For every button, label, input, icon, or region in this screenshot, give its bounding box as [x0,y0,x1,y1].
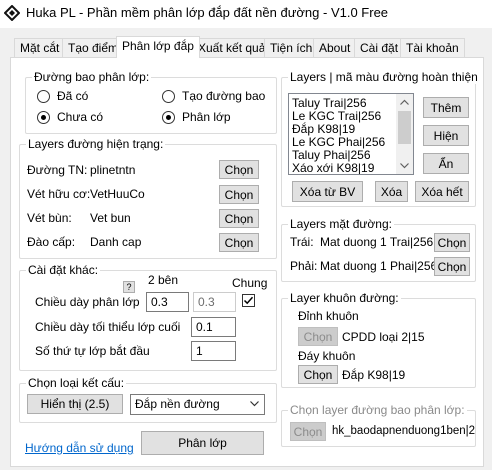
value-vet-huu-co: VetHuuCo [90,187,145,201]
chon-day-khuon-button[interactable]: Chọn [298,365,338,384]
chon-mat-duong-phai-button[interactable]: Chọn [434,257,470,276]
tab-tien-ich[interactable]: Tiện ích [264,38,319,57]
dinh-khuon-label: Đỉnh khuôn [298,309,359,323]
chon-mat-duong-trai-button[interactable]: Chọn [434,233,470,252]
chevron-down-icon [250,401,259,407]
label-vet-bun: Vét bùn: [27,211,72,225]
radio-tao-duong-bao[interactable] [162,90,175,103]
chon-duong-tn-button[interactable]: Chọn [219,160,259,179]
value-duong-tn: plinetntn [90,163,136,177]
chon-dao-cap-button[interactable]: Chọn [219,233,259,252]
tab-xuat-ket-qua[interactable]: Xuất kết quả [192,38,272,57]
huong-dan-link[interactable]: Hướng dẫn sử dụng [25,441,134,455]
group-bao-phan-lop-title: Chọn layer đường bao phân lớp: [288,403,467,417]
so-thu-tu-input[interactable]: 1 [191,341,236,361]
chon-vet-bun-button[interactable]: Chọn [219,209,259,228]
group-layers-mat-duong: Layers mặt đường: Trái: Mat duong 1 Trai… [281,217,476,282]
group-khuon-duong: Layer khuôn đường: Đỉnh khuôn Chọn CPDD … [281,291,476,388]
ket-cau-select[interactable]: Đắp nền đường [130,394,265,415]
mat-duong-trai-value: Mat duong 1 Trai|256 [320,235,434,249]
toi-thieu-input[interactable]: 0.1 [191,317,236,337]
scrollbar-thumb[interactable] [398,111,411,144]
tab-panel-phan-lop-dap: Đường bao phân lớp: Đã có Chưa có Tạo đư… [10,57,484,467]
group-cai-dat-khac: Cài đặt khác: ? 2 bên Chung Chiều dày ph… [19,263,277,371]
tab-mat-cat[interactable]: Mặt cắt [14,38,66,57]
hien-thi-button[interactable]: Hiển thị (2.5) [27,394,123,414]
listbox-scrollbar[interactable] [396,94,413,174]
tab-tai-khoan[interactable]: Tài khoản [400,38,465,57]
mat-duong-trai-label: Trái: [290,235,314,249]
chon-vet-huu-co-button[interactable]: Chọn [219,185,259,204]
xoa-het-button[interactable]: Xóa hết [415,181,469,202]
chieu-day-input[interactable]: 0.3 [146,292,189,312]
group-layers-hoan-thien-title: Layers | mã màu đường hoàn thiện [288,70,480,84]
group-cai-dat-khac-title: Cài đặt khác: [26,263,101,277]
group-layers-mat-duong-title: Layers mặt đường: [288,217,394,231]
hien-button[interactable]: Hiện [423,125,469,146]
radio-phan-lop[interactable] [162,111,175,124]
them-button[interactable]: Thêm [423,97,469,118]
group-khuon-duong-title: Layer khuôn đường: [288,291,401,305]
group-duong-bao-title: Đường bao phân lớp: [32,70,152,84]
title-bar: Huka PL - Phần mềm phân lớp đắp đất nền … [0,0,492,28]
tab-tao-diem[interactable]: Tạo điểm [62,38,125,57]
mat-duong-phai-value: Mat duong 1 Phai|256 [320,259,438,273]
chon-dinh-khuon-button[interactable]: Chọn [298,327,338,346]
an-button[interactable]: Ẩn [423,153,469,174]
group-bao-phan-lop: Chọn layer đường bao phân lớp: Chọn hk_b… [281,403,476,447]
bao-phan-lop-value: hk_baodapnenduong1ben|2 [332,425,476,437]
group-duong-bao: Đường bao phân lớp: Đã có Chưa có Tạo đư… [25,70,277,134]
group-layers-hien-trang-title: Layers đường hiện trạng: [26,137,166,151]
group-layers-hoan-thien: Layers | mã màu đường hoàn thiện Taluy T… [281,70,480,207]
mat-duong-phai-label: Phải: [290,259,318,273]
group-layers-hien-trang: Layers đường hiện trạng: Đường TN: pline… [19,137,277,259]
tab-cai-dat[interactable]: Cài đặt [354,38,405,57]
toi-thieu-label: Chiều dày tối thiểu lớp cuối [35,320,181,334]
tab-bar: Mặt cắt Tạo điểm Phân lớp đắp Xuất kết q… [0,36,492,58]
check-icon [243,296,254,305]
label-dao-cap: Đào cấp: [27,235,76,249]
chon-bao-phan-lop-button[interactable]: Chọn [290,422,326,441]
xoa-button[interactable]: Xóa [375,181,408,202]
ket-cau-select-value: Đắp nền đường [135,397,220,411]
radio-chua-co-label: Chưa có [57,110,104,124]
radio-da-co-label: Đã có [57,89,89,103]
scroll-down-icon[interactable] [400,163,409,169]
so-thu-tu-label: Số thứ tự lớp bắt đầu [35,344,150,358]
xoa-tu-bv-button[interactable]: Xóa từ BV [292,181,363,202]
group-ket-cau: Chọn loại kết cấu: Hiển thị (2.5) Đắp nề… [19,376,277,423]
col-chung-label: Chung [232,276,268,290]
app-logo-icon [4,5,20,21]
chieu-day-input-2[interactable]: 0.3 [193,292,236,312]
chung-checkbox[interactable] [242,294,255,307]
radio-da-co[interactable] [37,90,50,103]
chieu-day-label: Chiều dày phân lớp [35,295,140,309]
radio-chua-co[interactable] [37,111,50,124]
tab-phan-lop-dap[interactable]: Phân lớp đắp [116,36,200,58]
list-item[interactable]: Xáo xới K98|19 [292,162,374,175]
dinh-khuon-value: CPDD loại 2|15 [342,330,425,344]
value-vet-bun: Vet bun [90,211,131,225]
window-title: Huka PL - Phần mềm phân lớp đắp đất nền … [26,5,389,20]
col-2ben-label: 2 bên [148,273,179,287]
label-vet-huu-co: Vét hữu cơ: [27,187,91,201]
layers-listbox[interactable]: Taluy Trai|256 Le KGC Trai|256 Đắp K98|1… [288,93,414,175]
label-duong-tn: Đường TN: [27,163,88,177]
help-icon[interactable]: ? [123,281,135,293]
phan-lop-button[interactable]: Phân lớp [141,431,264,455]
radio-tao-duong-bao-label: Tạo đường bao [182,89,266,103]
day-khuon-label: Đáy khuôn [298,349,356,363]
scroll-up-icon[interactable] [400,99,409,105]
value-dao-cap: Danh cap [90,235,142,249]
day-khuon-value: Đắp K98|19 [342,368,406,382]
group-ket-cau-title: Chọn loại kết cấu: [26,376,127,390]
radio-phan-lop-label: Phân lớp [182,110,231,124]
tab-about[interactable]: About [313,38,357,57]
